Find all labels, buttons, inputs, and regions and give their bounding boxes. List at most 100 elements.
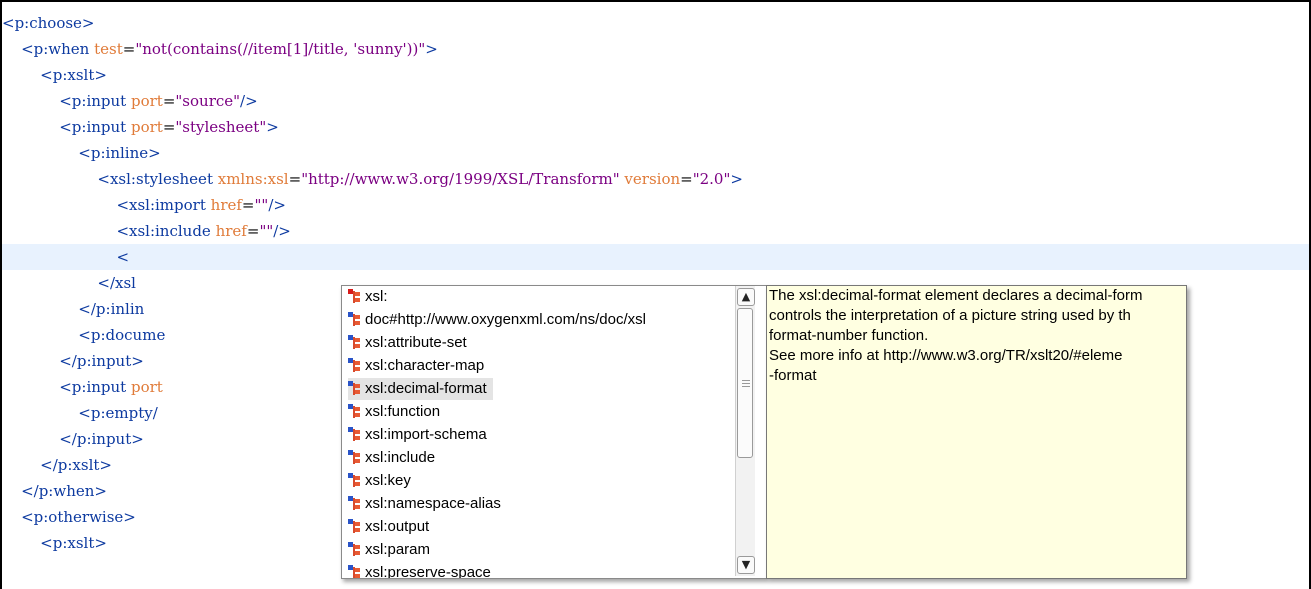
- completion-item[interactable]: xsl:include: [348, 447, 441, 469]
- completion-item-label: xsl:decimal-format: [365, 380, 487, 397]
- code-line-current[interactable]: <: [2, 244, 1309, 270]
- code-tag: <p:choose>: [2, 14, 95, 32]
- code-line[interactable]: <p:when test="not(contains(//item[1]/tit…: [2, 36, 1309, 62]
- completion-item[interactable]: xsl:preserve-space: [348, 562, 497, 578]
- code-value: "": [259, 222, 274, 240]
- completion-scrollbar[interactable]: ▲ ▼: [735, 286, 755, 576]
- code-tag: <xsl:include: [116, 222, 211, 240]
- code-close: />: [268, 196, 286, 214]
- code-tag: </p:input>: [59, 430, 144, 448]
- code-tag: <p:input: [59, 118, 127, 136]
- code-line[interactable]: <p:choose>: [2, 10, 1309, 36]
- element-tree-icon: [348, 495, 363, 511]
- element-tree-icon: [348, 541, 363, 557]
- code-tag: <xsl:stylesheet: [97, 170, 213, 188]
- code-value2: "2.0": [692, 170, 731, 188]
- completion-item[interactable]: xsl:key: [348, 470, 417, 492]
- chevron-down-icon[interactable]: ▼: [737, 556, 755, 574]
- code-attr: port: [130, 378, 163, 396]
- completion-item[interactable]: xsl:namespace-alias: [348, 493, 507, 515]
- code-close: >: [266, 118, 279, 136]
- code-close: >: [730, 170, 743, 188]
- code-line[interactable]: <p:input port="source"/>: [2, 88, 1309, 114]
- code-line[interactable]: <p:input port="stylesheet">: [2, 114, 1309, 140]
- completion-item[interactable]: xsl:: [348, 286, 394, 308]
- code-attr: test: [94, 40, 123, 58]
- element-tree-icon: [348, 357, 363, 373]
- completion-item-label: xsl:param: [365, 541, 431, 558]
- element-tree-icon: [348, 472, 363, 488]
- completion-item[interactable]: xsl:import-schema: [348, 424, 493, 446]
- code-value: "stylesheet": [175, 118, 267, 136]
- completion-item[interactable]: xsl:param: [348, 539, 436, 561]
- code-line[interactable]: <p:xslt>: [2, 62, 1309, 88]
- code-tag: </p:xslt>: [40, 456, 112, 474]
- code-tag: </p:inlin: [78, 300, 145, 318]
- code-line[interactable]: <xsl:stylesheet xmlns:xsl="http://www.w3…: [2, 166, 1309, 192]
- code-attr2: version: [624, 170, 681, 188]
- element-tree-icon: [348, 380, 363, 396]
- code-value: "source": [175, 92, 241, 110]
- completion-item[interactable]: xsl:function: [348, 401, 446, 423]
- code-value: "not(contains(//item[1]/title, 'sunny'))…: [135, 40, 426, 58]
- code-attr: href: [215, 222, 247, 240]
- completion-item-label: xsl:output: [365, 518, 430, 535]
- completion-item[interactable]: xsl:attribute-set: [348, 332, 473, 354]
- completion-item-label: xsl:preserve-space: [365, 564, 491, 578]
- code-attr: port: [130, 118, 163, 136]
- element-tree-icon: [348, 334, 363, 350]
- code-attr: xmlns:xsl: [217, 170, 289, 188]
- code-value: "": [254, 196, 269, 214]
- element-tree-icon: [348, 403, 363, 419]
- code-close: >: [425, 40, 438, 58]
- chevron-up-icon[interactable]: ▲: [737, 288, 755, 306]
- code-line[interactable]: <xsl:import href=""/>: [2, 192, 1309, 218]
- code-close: />: [240, 92, 258, 110]
- completion-item-label: doc#http://www.oxygenxml.com/ns/doc/xsl: [365, 311, 646, 328]
- scrollbar-thumb[interactable]: [737, 308, 753, 458]
- completion-item[interactable]: xsl:character-map: [348, 355, 490, 377]
- completion-item[interactable]: xsl:decimal-format: [348, 378, 493, 400]
- completion-item-label: xsl:namespace-alias: [365, 495, 501, 512]
- code-close: />: [273, 222, 291, 240]
- code-line[interactable]: <p:inline>: [2, 140, 1309, 166]
- element-tree-icon: [348, 288, 363, 304]
- completion-item-label: xsl:include: [365, 449, 436, 466]
- code-value: "http://www.w3.org/1999/XSL/Transform": [301, 170, 620, 188]
- code-tag: <p:inline>: [78, 144, 161, 162]
- code-tag: </xsl: [97, 274, 136, 292]
- doc-line: format-number function.: [769, 327, 929, 344]
- content-completion-popup[interactable]: xsl: doc#http://www.oxygenxml.com/ns/doc/…: [341, 285, 767, 579]
- element-tree-icon: [348, 449, 363, 465]
- doc-line: See more info at http://www.w3.org/TR/xs…: [769, 347, 1123, 364]
- element-tree-icon: [348, 311, 363, 327]
- completion-list[interactable]: xsl: doc#http://www.oxygenxml.com/ns/doc/…: [342, 286, 734, 578]
- completion-item[interactable]: doc#http://www.oxygenxml.com/ns/doc/xsl: [348, 309, 652, 331]
- completion-item-label: xsl:function: [365, 403, 441, 420]
- code-attr: port: [130, 92, 163, 110]
- code-line[interactable]: <xsl:include href=""/>: [2, 218, 1309, 244]
- completion-item-label: xsl:character-map: [365, 357, 485, 374]
- code-tag: </p:input>: [59, 352, 144, 370]
- documentation-tooltip: The xsl:decimal-format element declares …: [766, 285, 1187, 579]
- code-tag: <p:input: [59, 378, 127, 396]
- code-tag: <p:empty/: [78, 404, 158, 422]
- completion-item[interactable]: xsl:output: [348, 516, 435, 538]
- code-tag: <p:input: [59, 92, 127, 110]
